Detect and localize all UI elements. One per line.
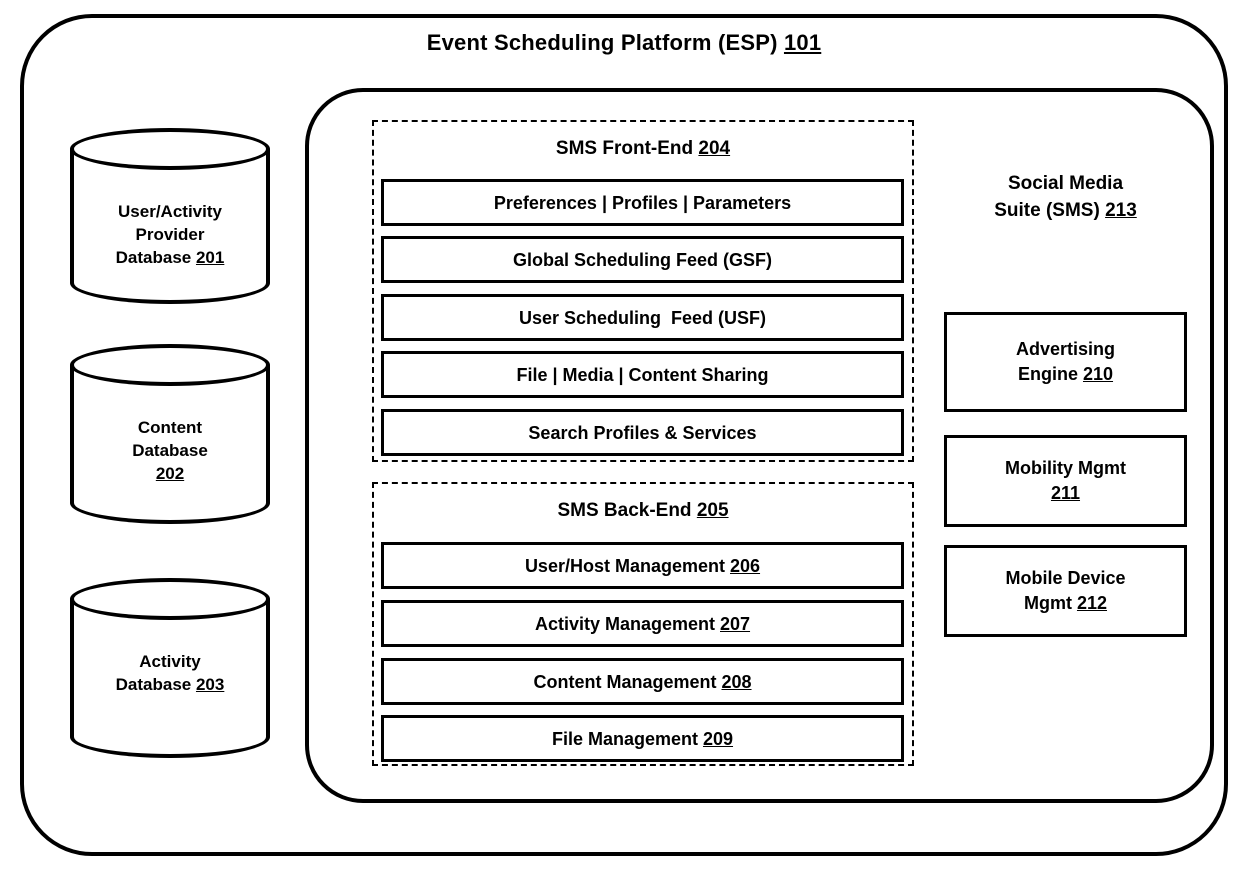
item-ref: 206 xyxy=(730,555,761,576)
side-box-line-1: Mobile Device xyxy=(1005,568,1126,588)
side-box-line-2: 211 xyxy=(1005,481,1126,506)
side-box-line-1: Advertising xyxy=(1015,339,1116,359)
front-end-item-file-media-content-sharing[interactable]: File | Media | Content Sharing xyxy=(381,351,904,398)
database-label-line-1: Database 203 xyxy=(115,675,225,694)
front-end-item-user-scheduling-feed[interactable]: User Scheduling Feed (USF) xyxy=(381,294,904,341)
back-end-item-user-host-management[interactable]: User/Host Management 206 xyxy=(381,542,904,589)
database-label: Content Database 202 xyxy=(76,416,264,485)
side-box-text: Advertising Engine 210 xyxy=(1016,337,1115,387)
cylinder-top-ellipse xyxy=(70,128,270,170)
item-label: Global Scheduling Feed (GSF) xyxy=(512,249,772,270)
side-box-line-1: Mobility Mgmt xyxy=(1005,458,1126,478)
cylinder-top-ellipse xyxy=(70,344,270,386)
sms-back-end-title: SMS Back-End 205 xyxy=(372,500,914,522)
back-end-item-activity-management[interactable]: Activity Management 207 xyxy=(381,600,904,647)
suite-title-ref: 213 xyxy=(1105,200,1137,221)
suite-item-mobility-mgmt[interactable]: Mobility Mgmt 211 xyxy=(944,435,1187,527)
side-box-text: Mobility Mgmt 211 xyxy=(1005,456,1126,506)
front-end-item-search-profiles-services[interactable]: Search Profiles & Services xyxy=(381,409,904,456)
database-cylinder-user-activity-provider: User/Activity Provider Database 201 xyxy=(70,128,270,304)
back-end-item-content-management[interactable]: Content Management 208 xyxy=(381,658,904,705)
side-box-ref: 210 xyxy=(1082,364,1114,384)
front-end-item-global-scheduling-feed[interactable]: Global Scheduling Feed (GSF) xyxy=(381,236,904,283)
database-label-line-1: Database xyxy=(132,441,208,460)
social-media-suite-title: Social Media Suite (SMS) 213 xyxy=(944,170,1187,224)
database-label: Activity Database 203 xyxy=(76,650,264,696)
cylinder-top-ellipse xyxy=(70,578,270,620)
side-box-line-2: Mgmt 212 xyxy=(1023,593,1108,613)
side-box-text: Mobile Device Mgmt 212 xyxy=(1005,566,1125,616)
suite-title-line-1: Social Media xyxy=(1007,173,1124,194)
page-title: Event Scheduling Platform (ESP) 101 xyxy=(20,30,1228,56)
database-ref: 201 xyxy=(195,248,225,267)
front-end-title-text: SMS Front-End xyxy=(555,138,699,159)
suite-item-mobile-device-mgmt[interactable]: Mobile Device Mgmt 212 xyxy=(944,545,1187,637)
database-label: User/Activity Provider Database 201 xyxy=(76,200,264,269)
item-label: User Scheduling Feed (USF) xyxy=(518,307,767,328)
suite-title-line-2: Suite (SMS) 213 xyxy=(994,200,1137,221)
database-cylinder-content: Content Database 202 xyxy=(70,344,270,524)
side-box-ref: 211 xyxy=(1050,483,1081,503)
back-end-title-ref: 205 xyxy=(696,500,729,521)
database-label-line-1: Provider xyxy=(135,225,205,244)
database-ref: 202 xyxy=(155,464,185,483)
item-label: File | Media | Content Sharing xyxy=(516,364,769,385)
item-label: Search Profiles & Services xyxy=(528,422,757,443)
database-label-line-0: User/Activity xyxy=(118,202,222,221)
database-cylinder-activity: Activity Database 203 xyxy=(70,578,270,758)
database-ref: 203 xyxy=(195,675,225,694)
patent-figure: Event Scheduling Platform (ESP) 101 User… xyxy=(0,0,1240,881)
front-end-item-preferences-profiles-parameters[interactable]: Preferences | Profiles | Parameters xyxy=(381,179,904,226)
side-box-ref: 212 xyxy=(1076,593,1108,613)
back-end-title-text: SMS Back-End xyxy=(557,500,697,521)
item-label: Preferences | Profiles | Parameters xyxy=(493,192,792,213)
back-end-item-file-management[interactable]: File Management 209 xyxy=(381,715,904,762)
item-ref: 208 xyxy=(721,671,752,692)
item-label: Content Management xyxy=(533,671,722,692)
item-ref: 209 xyxy=(702,728,734,749)
item-ref: 207 xyxy=(720,613,751,634)
item-label: File Management xyxy=(551,728,703,749)
database-label-line-2: Database 201 xyxy=(115,248,225,267)
sms-front-end-title: SMS Front-End 204 xyxy=(372,138,914,160)
item-label: Activity Management xyxy=(534,613,720,634)
database-label-line-0: Activity xyxy=(139,652,201,671)
database-label-line-2: 202 xyxy=(76,462,264,485)
suite-item-advertising-engine[interactable]: Advertising Engine 210 xyxy=(944,312,1187,412)
platform-title-text: Event Scheduling Platform (ESP) xyxy=(426,30,784,55)
item-label: User/Host Management xyxy=(524,555,730,576)
front-end-title-ref: 204 xyxy=(698,138,731,159)
database-label-line-0: Content xyxy=(137,418,203,437)
side-box-line-2: Engine 210 xyxy=(1017,364,1114,384)
platform-title-ref: 101 xyxy=(783,30,822,55)
